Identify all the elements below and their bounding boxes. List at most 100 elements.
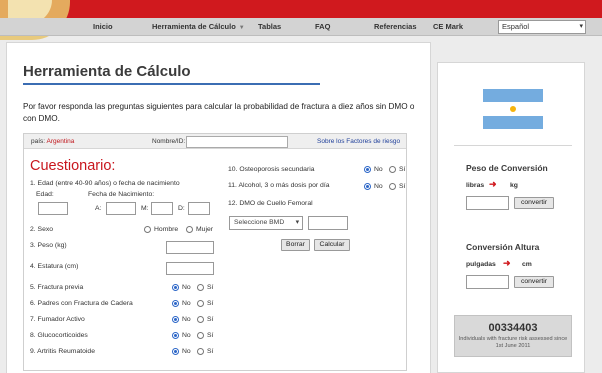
year-input[interactable] (106, 202, 136, 215)
q11-label: 11. Alcohol, 3 o más dosis por día (228, 182, 330, 189)
questionnaire-box: país: Argentina Nombre/ID: Sobre los Fac… (23, 133, 407, 371)
q5-si-label: Sí (207, 284, 214, 291)
nav-tablas[interactable]: Tablas (258, 18, 281, 36)
country-value: Argentina (46, 138, 75, 145)
nav-referencias[interactable]: Referencias (374, 18, 417, 36)
nav-herramienta[interactable]: Herramienta de Cálculo ▼ (152, 18, 245, 36)
q8-label: 8. Glucocorticoides (30, 332, 88, 339)
q8-no-radio[interactable] (172, 332, 179, 339)
fecha-label: Fecha de Nacimiento: (88, 191, 155, 198)
convertir-altura-button[interactable]: convertir (514, 276, 554, 288)
q10-no-radio[interactable] (364, 166, 371, 173)
calcular-button[interactable]: Calcular (314, 239, 350, 251)
q7-si-radio[interactable] (197, 316, 204, 323)
q10-no-label: No (374, 166, 383, 173)
main-nav: Inicio Herramienta de Cálculo ▼ Tablas FA… (0, 18, 602, 36)
q9-si-radio[interactable] (197, 348, 204, 355)
intro-text: Por favor responda las preguntas siguien… (23, 102, 415, 123)
language-select[interactable]: Español ▾ (498, 20, 586, 34)
q11-si-label: Sí (399, 183, 406, 190)
q9-si-label: Sí (207, 348, 214, 355)
sexo-mujer-radio[interactable] (186, 226, 193, 233)
hombre-label: Hombre (154, 226, 179, 233)
q1-label: 1. Edad (entre 40-90 años) o fecha de na… (30, 180, 180, 187)
peso-conversion-title: Peso de Conversión (466, 163, 548, 173)
nav-ce-mark[interactable]: CE Mark (433, 18, 463, 36)
q11-no-radio[interactable] (364, 183, 371, 190)
q9-no-radio[interactable] (172, 348, 179, 355)
arrow-right-icon: ➜ (503, 258, 511, 268)
q10-si-label: Sí (399, 166, 406, 173)
borrar-button[interactable]: Borrar (281, 239, 310, 251)
q7-no-label: No (182, 316, 191, 323)
q9-no-label: No (182, 348, 191, 355)
q10-si-radio[interactable] (389, 166, 396, 173)
q6-si-label: Sí (207, 300, 214, 307)
peso-input[interactable] (166, 241, 214, 254)
counter-number: 00334403 (488, 322, 538, 334)
q6-si-radio[interactable] (197, 300, 204, 307)
q5-si-radio[interactable] (197, 284, 204, 291)
q9-label: 9. Artritis Reumatoide (30, 348, 95, 355)
convertir-peso-button[interactable]: convertir (514, 197, 554, 209)
counter-text: Individuals with fracture risk assessed … (458, 336, 568, 349)
language-value: Español (502, 22, 530, 31)
q11-no-label: No (374, 183, 383, 190)
q2-label: 2. Sexo (30, 226, 54, 233)
kg-label: kg (510, 182, 518, 189)
pulgadas-label: pulgadas (466, 261, 496, 268)
sexo-hombre-radio[interactable] (144, 226, 151, 233)
argentina-flag-icon (483, 89, 543, 129)
altura-conversion-title: Conversión Altura (466, 242, 540, 252)
main-panel: Herramienta de Cálculo Por favor respond… (6, 42, 431, 373)
risk-factors-link[interactable]: Sobre los Factores de riesgo (317, 138, 400, 145)
page-title: Herramienta de Cálculo (23, 63, 191, 80)
questionnaire-header: país: Argentina Nombre/ID: Sobre los Fac… (24, 134, 406, 149)
year-label: A: (95, 205, 102, 212)
q8-si-radio[interactable] (197, 332, 204, 339)
q6-no-label: No (182, 300, 191, 307)
q8-si-label: Sí (207, 332, 214, 339)
sidebar: Peso de Conversión libras ➜ kg convertir… (437, 62, 585, 373)
q8-no-label: No (182, 332, 191, 339)
q7-si-label: Sí (207, 316, 214, 323)
edad-label: Edad: (36, 191, 54, 198)
q5-no-radio[interactable] (172, 284, 179, 291)
day-label: D: (178, 205, 185, 212)
q6-label: 6. Padres con Fractura de Cadera (30, 300, 133, 307)
bmd-select[interactable]: Seleccione BMD ▾ (229, 216, 303, 230)
chevron-down-icon: ▾ (295, 219, 299, 226)
country-info: país: Argentina (31, 138, 74, 145)
libras-input[interactable] (466, 196, 509, 210)
month-label: M: (141, 205, 149, 212)
mujer-label: Mujer (196, 226, 213, 233)
q5-no-label: No (182, 284, 191, 291)
bmd-select-value: Seleccione BMD (234, 219, 285, 226)
day-input[interactable] (188, 202, 210, 215)
estatura-input[interactable] (166, 262, 214, 275)
q12-label: 12. DMO de Cuello Femoral (228, 200, 313, 207)
q10-label: 10. Osteoporosis secundaria (228, 166, 315, 173)
nav-inicio[interactable]: Inicio (93, 18, 113, 36)
q11-si-radio[interactable] (389, 183, 396, 190)
q4-label: 4. Estatura (cm) (30, 263, 79, 270)
name-id-input[interactable] (186, 136, 288, 148)
libras-label: libras (466, 182, 485, 189)
q6-no-radio[interactable] (172, 300, 179, 307)
age-input[interactable] (38, 202, 68, 215)
q7-no-radio[interactable] (172, 316, 179, 323)
chevron-down-icon: ▼ (238, 25, 245, 31)
bmd-input[interactable] (308, 216, 348, 230)
q7-label: 7. Fumador Activo (30, 316, 85, 323)
country-label: país: (31, 138, 46, 145)
q3-label: 3. Peso (kg) (30, 242, 67, 249)
pulgadas-input[interactable] (466, 275, 509, 289)
title-underline (23, 83, 320, 85)
nav-herramienta-label: Herramienta de Cálculo (152, 22, 236, 31)
arrow-right-icon: ➜ (489, 179, 497, 189)
questionnaire-title: Cuestionario: (30, 158, 116, 174)
nav-faq[interactable]: FAQ (315, 18, 330, 36)
cm-label: cm (522, 261, 532, 268)
month-input[interactable] (151, 202, 173, 215)
sidebar-divider (454, 145, 572, 146)
